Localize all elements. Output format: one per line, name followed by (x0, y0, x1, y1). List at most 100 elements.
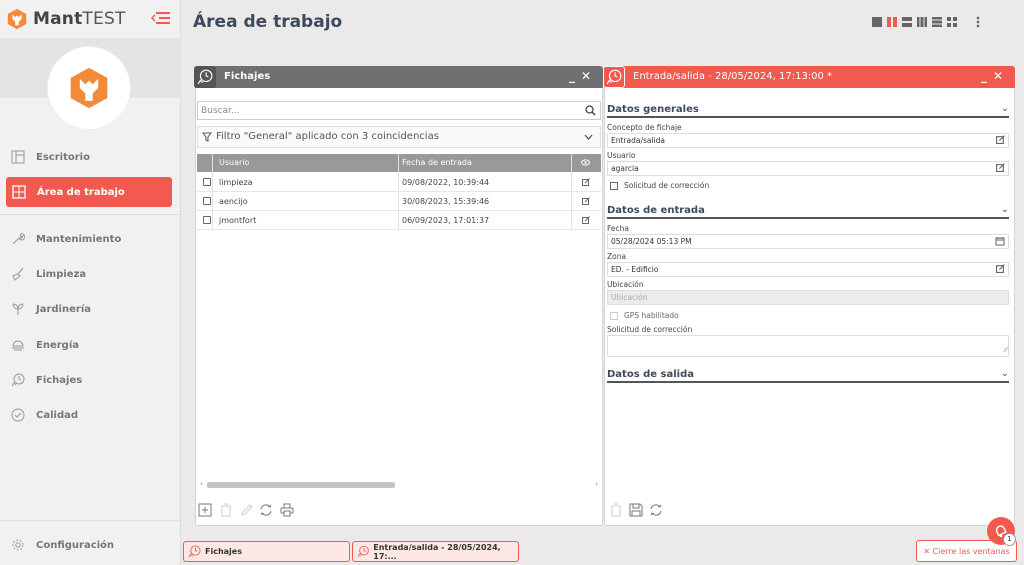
solicitud-checkbox[interactable]: Solicitud de corrección (610, 181, 709, 190)
sidebar: MantTEST Escritorio Área de trabajo Mant… (0, 0, 181, 565)
sidebar-item-label: Jardinería (36, 303, 91, 315)
sidebar-item-configuracion[interactable]: Configuración (0, 530, 181, 560)
external-link-icon[interactable] (582, 197, 590, 205)
field-placeholder: Ubicación (611, 293, 648, 302)
table-row[interactable]: jmontfort 06/09/2023, 17:01:37 (197, 211, 601, 230)
chevron-down-icon[interactable] (584, 134, 593, 141)
print-icon[interactable] (280, 503, 294, 517)
sidebar-item-area-de-trabajo[interactable]: Área de trabajo (6, 177, 172, 207)
check-circle-icon (11, 408, 25, 422)
search-icon[interactable] (585, 105, 596, 116)
gear-icon (12, 539, 24, 551)
refresh-icon[interactable] (649, 503, 663, 517)
window-controls[interactable]: _✕ (981, 69, 1009, 83)
cell-fecha: 30/08/2023, 15:39:46 (402, 197, 490, 206)
external-link-icon[interactable] (582, 178, 590, 186)
sidebar-item-energia[interactable]: Energía (0, 330, 181, 360)
gps-checkbox: GPS habilitado (610, 311, 679, 320)
sidebar-item-limpieza[interactable]: Limpieza (0, 259, 181, 289)
concepto-field[interactable]: Entrada/salida (607, 133, 1009, 148)
checkbox[interactable] (610, 181, 618, 190)
clock-hand-icon (357, 545, 369, 557)
row-checkbox[interactable] (203, 197, 211, 205)
external-link-icon[interactable] (996, 264, 1005, 273)
refresh-icon[interactable] (259, 503, 273, 517)
row-checkbox[interactable] (203, 216, 211, 224)
task-entrada-salida[interactable]: Entrada/salida - 28/05/2024, 17:... (352, 541, 519, 562)
broom-icon (12, 267, 24, 281)
ubicacion-field: Ubicación (607, 290, 1009, 305)
workspace-icon (12, 185, 26, 199)
resize-handle-icon[interactable]: ⁄⁄ (1005, 344, 1007, 357)
cell-usuario: limpieza (219, 178, 253, 187)
avatar[interactable] (48, 47, 130, 129)
sidebar-item-fichajes[interactable]: Fichajes (0, 365, 181, 395)
column-header-fecha[interactable]: Fecha de entrada (402, 158, 472, 167)
layout-three-columns-icon[interactable] (917, 17, 927, 27)
delete-icon[interactable] (609, 503, 623, 517)
layout-grid-icon[interactable] (947, 17, 957, 27)
garden-icon (12, 303, 24, 315)
panel-title-bar[interactable]: Fichajes _✕ (194, 66, 603, 88)
section-datos-entrada[interactable]: Datos de entrada ⌄ (607, 204, 1009, 219)
layout-two-columns-icon[interactable] (887, 17, 897, 27)
sidebar-item-mantenimiento[interactable]: Mantenimiento (0, 224, 181, 254)
layout-three-rows-icon[interactable] (932, 17, 942, 27)
table-row[interactable]: limpieza 09/08/2022, 10:39:44 (197, 173, 601, 192)
filter-text: Filtro "General" aplicado con 3 coincide… (216, 131, 439, 142)
layout-two-rows-icon[interactable] (902, 17, 912, 27)
window-controls[interactable]: _✕ (569, 69, 597, 83)
task-label: Fichajes (205, 547, 242, 556)
field-label: Solicitud de corrección (607, 325, 693, 334)
task-fichajes[interactable]: Fichajes (183, 541, 350, 562)
scrollbar-thumb[interactable] (207, 482, 395, 488)
external-link-icon[interactable] (996, 163, 1005, 172)
external-link-icon[interactable] (582, 216, 590, 224)
delete-icon[interactable] (219, 503, 233, 517)
filter-bar[interactable]: Filtro "General" aplicado con 3 coincide… (197, 126, 601, 148)
sidebar-item-escritorio[interactable]: Escritorio (0, 142, 181, 172)
section-datos-generales[interactable]: Datos generales ⌄ (607, 103, 1009, 118)
sidebar-item-calidad[interactable]: Calidad (0, 400, 181, 430)
row-checkbox[interactable] (203, 178, 211, 186)
scroll-left-icon[interactable]: ‹ (200, 480, 203, 488)
external-link-icon[interactable] (996, 135, 1005, 144)
search-input[interactable]: Buscar... (197, 101, 601, 120)
more-options-icon[interactable] (976, 16, 980, 28)
chevron-down-icon[interactable]: ⌄ (1001, 204, 1009, 215)
calendar-icon[interactable] (995, 236, 1005, 246)
eye-icon[interactable] (581, 159, 590, 166)
field-value: 05/28/2024 05:13 PM (611, 237, 692, 246)
save-icon[interactable] (629, 503, 643, 517)
logo-icon (70, 67, 108, 109)
chevron-down-icon[interactable]: ⌄ (1001, 103, 1009, 114)
fecha-field[interactable]: 05/28/2024 05:13 PM (607, 234, 1009, 249)
usuario-field[interactable]: agarcia (607, 161, 1009, 176)
edit-icon[interactable] (240, 503, 254, 517)
menu-toggle-icon[interactable] (151, 11, 171, 25)
layout-single-icon[interactable] (872, 17, 882, 27)
sidebar-item-label: Área de trabajo (37, 186, 125, 198)
wrench-icon (12, 233, 25, 245)
cell-usuario: aencijo (219, 197, 248, 206)
chevron-down-icon[interactable]: ⌄ (1001, 368, 1009, 379)
section-title: Datos generales (607, 104, 699, 115)
brand[interactable]: MantTEST (6, 6, 126, 32)
column-header-usuario[interactable]: Usuario (219, 158, 249, 167)
clock-hand-icon (188, 545, 201, 558)
scroll-right-icon[interactable]: › (595, 480, 598, 488)
sidebar-item-label: Escritorio (36, 151, 90, 163)
panel-title-bar[interactable]: Entrada/salida - 28/05/2024, 17:13:00 * … (603, 66, 1015, 88)
add-icon[interactable] (198, 503, 212, 517)
desktop-icon (11, 150, 25, 164)
table-row[interactable]: aencijo 30/08/2023, 15:39:46 (197, 192, 601, 211)
page-title: Área de trabajo (193, 12, 343, 32)
horizontal-scrollbar[interactable]: ‹ › (197, 480, 601, 490)
layout-switcher (872, 16, 980, 28)
sidebar-item-jardineria[interactable]: Jardinería (0, 294, 181, 324)
divider (0, 214, 181, 215)
section-title: Datos de entrada (607, 205, 705, 216)
zona-field[interactable]: ED. - Edificio (607, 262, 1009, 277)
solicitud-textarea[interactable]: ⁄⁄ (607, 335, 1009, 357)
section-datos-salida[interactable]: Datos de salida ⌄ (607, 368, 1009, 383)
